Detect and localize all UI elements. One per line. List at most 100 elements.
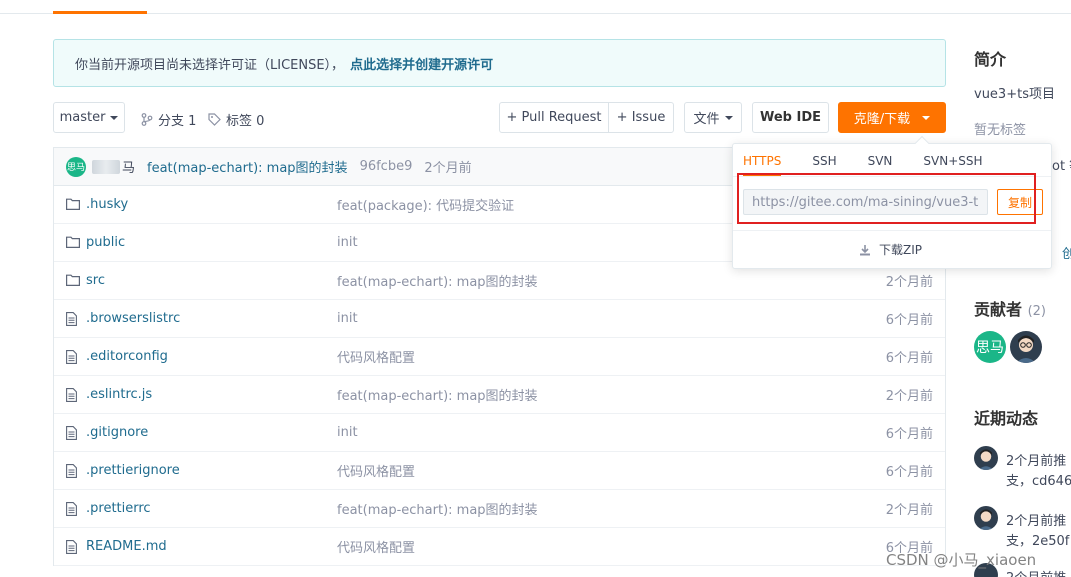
table-row: README.md 代码风格配置 6个月前 [54,528,945,566]
file-commit-message[interactable]: feat(map-echart): map图的封装 [337,271,538,290]
person-icon [978,449,994,470]
download-zip-link[interactable]: 下载ZIP [859,241,922,258]
folder-icon [66,198,80,214]
file-commit-message[interactable]: feat(map-echart): map图的封装 [337,499,538,518]
file-name[interactable]: public [86,235,125,250]
branch-select-label: master [59,110,106,125]
issue-button[interactable]: + Issue [608,102,674,133]
table-row: .prettierrc feat(map-echart): map图的封装 2个月前 [54,490,945,528]
tag-icon [208,112,221,126]
web-ide-button[interactable]: Web IDE [752,102,829,133]
file-name[interactable]: README.md [86,539,167,554]
chevron-down-icon [724,115,733,120]
file-name[interactable]: .editorconfig [86,349,168,364]
folder-icon [66,236,80,252]
file-commit-message[interactable]: 代码风格配置 [337,461,415,480]
file-icon [66,502,77,520]
table-row: .prettierignore 代码风格配置 6个月前 [54,452,945,490]
active-tab-indicator [53,11,147,14]
file-commit-message[interactable]: init [337,235,358,250]
file-name[interactable]: .prettierignore [86,463,180,478]
intro-title: 简介 [974,50,1007,69]
branches-label: 分支 1 [158,113,197,129]
person-icon [1016,335,1036,363]
file-name[interactable]: .eslintrc.js [86,387,152,402]
file-commit-time: 6个月前 [885,427,933,442]
branches-link[interactable]: 分支 1 [141,110,197,129]
download-icon [860,244,870,255]
avatar[interactable] [974,506,998,530]
commit-author[interactable]: 马 [122,157,135,176]
file-name[interactable]: src [86,273,105,288]
commit-sha[interactable]: 96fcbe9 [360,159,413,174]
file-commit-time: 6个月前 [885,313,933,328]
file-commit-message[interactable]: init [337,311,358,326]
activity-text: 2个月前推 [1006,454,1067,469]
create-license-link[interactable]: 点此选择并创建开源许可 [350,54,493,73]
file-commit-message[interactable]: 代码风格配置 [337,347,415,366]
table-row: .browserslistrc init 6个月前 [54,300,945,338]
table-row: .gitignore init 6个月前 [54,414,945,452]
contributors-count: (2) [1027,304,1047,319]
avatar[interactable] [1010,331,1042,363]
avatar[interactable]: 思马 [974,331,1006,363]
tags-link[interactable]: 标签 0 [208,110,265,129]
person-icon [978,509,994,530]
file-commit-message[interactable]: init [337,425,358,440]
files-dropdown[interactable]: 文件 [684,102,742,133]
file-commit-time: 6个月前 [885,351,933,366]
file-icon [66,464,77,482]
file-commit-time: 2个月前 [885,503,933,518]
clone-download-button[interactable]: 克隆/下载 [838,102,946,133]
files-label: 文件 [693,112,720,127]
commit-message[interactable]: feat(map-echart): map图的封装 [147,157,348,176]
folder-icon [66,274,80,290]
file-name[interactable]: .prettierrc [86,501,151,516]
table-row: .eslintrc.js feat(map-echart): map图的封装 2个月… [54,376,945,414]
repo-description: vue3+ts项目 [974,87,1055,102]
popover-arrow [914,135,930,151]
watermark: CSDN @小马_xiaoen [886,551,1037,569]
file-icon [66,540,77,558]
branch-icon [141,112,153,126]
file-commit-time: 6个月前 [885,465,933,480]
avatar[interactable] [974,446,998,470]
file-icon [66,388,77,406]
file-name[interactable]: .gitignore [86,425,148,440]
activity-text: 2个月前推 [1006,514,1067,529]
divider [733,230,1051,231]
clone-download-label: 克隆/下载 [853,112,911,127]
file-name[interactable]: .husky [86,197,128,212]
file-commit-time: 2个月前 [885,275,933,290]
contributors-title: 贡献者 (2) [974,296,1046,320]
file-commit-message[interactable]: feat(map-echart): map图的封装 [337,385,538,404]
no-tags-text: 暂无标签 [974,123,1027,138]
blurred-username [92,159,120,174]
file-commit-message[interactable]: feat(package): 代码提交验证 [337,195,514,214]
file-commit-time: 2个月前 [885,389,933,404]
license-notice: 你当前开源项目尚未选择许可证（LICENSE）， 点此选择并创建开源许可 [53,39,946,87]
activity-text[interactable]: 支，cd646 [1006,470,1071,489]
activity-text[interactable]: 支，2e50f [1006,530,1069,549]
table-row: .editorconfig 代码风格配置 6个月前 [54,338,945,376]
file-icon [66,426,77,444]
branch-select[interactable]: master [53,102,125,133]
clipped-link[interactable]: 创 [1062,243,1071,262]
pull-request-button[interactable]: + Pull Request [499,102,609,133]
file-name[interactable]: .browserslistrc [86,311,180,326]
highlight-box [737,173,1036,224]
top-nav-bar [0,0,1071,14]
file-commit-message[interactable]: 代码风格配置 [337,537,415,556]
download-zip-label: 下载ZIP [879,243,922,257]
contributors-title-text: 贡献者 [974,300,1023,319]
chevron-down-icon [922,115,931,120]
tags-label: 标签 0 [226,113,265,129]
file-icon [66,350,77,368]
activity-title: 近期动态 [974,409,1039,428]
file-icon [66,312,77,330]
license-notice-text: 你当前开源项目尚未选择许可证（LICENSE）， [75,57,345,73]
chevron-down-icon [110,115,119,120]
avatar[interactable]: 思马 [66,156,86,177]
commit-time: 2个月前 [424,161,472,176]
clipped-text: ot 等 [1052,159,1071,174]
